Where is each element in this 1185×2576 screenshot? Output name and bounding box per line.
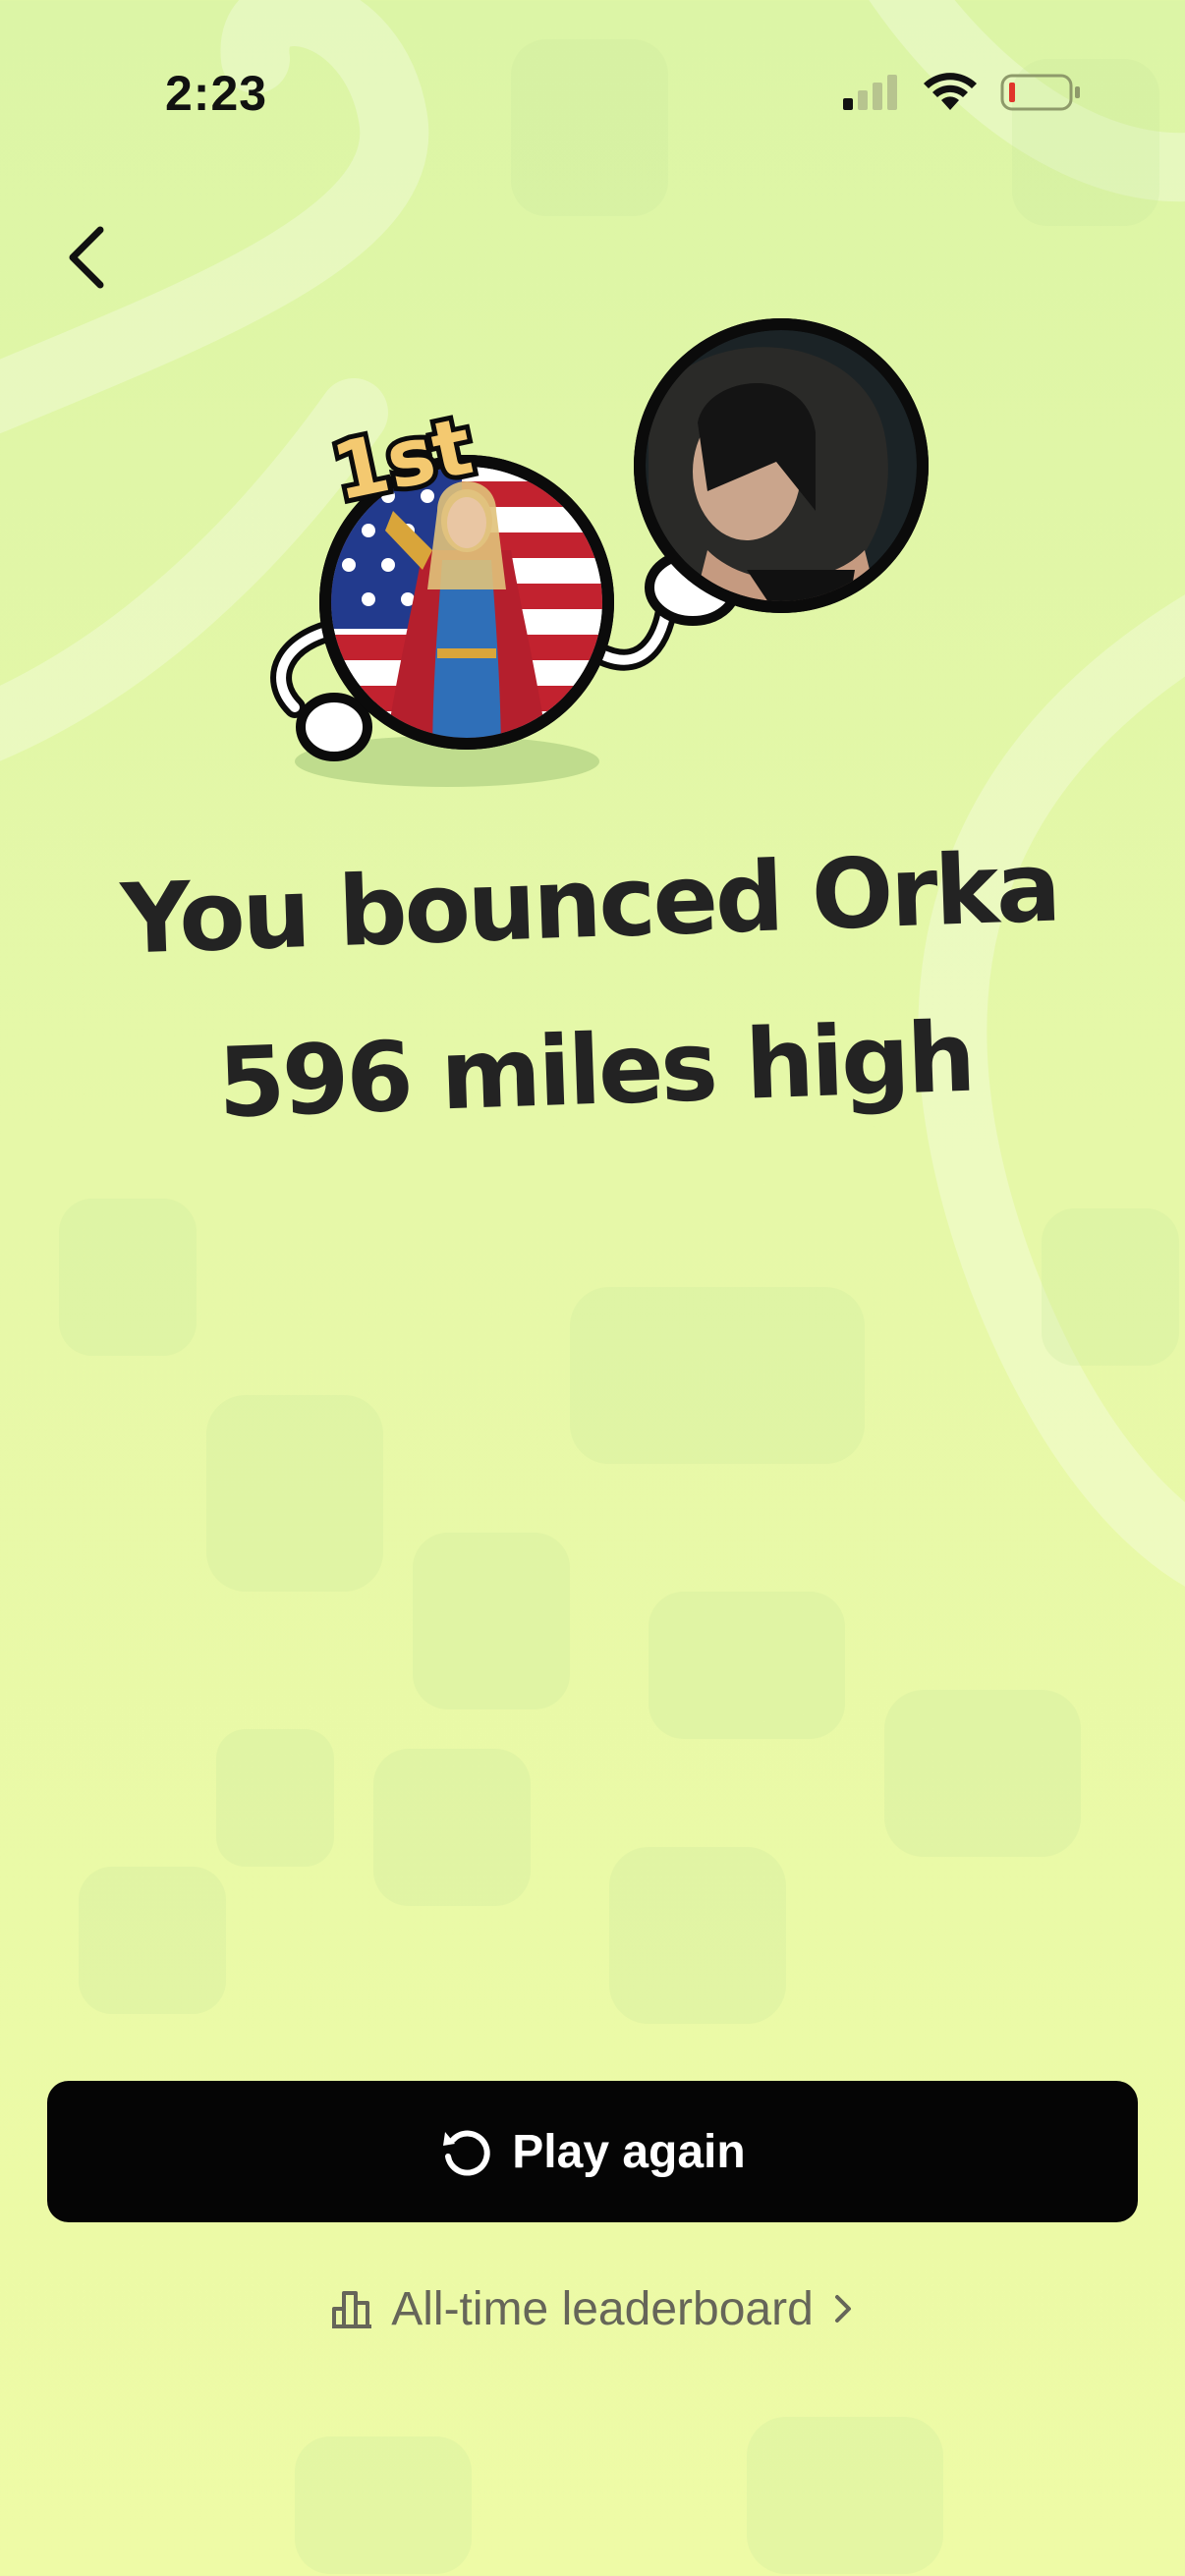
- bar-chart-icon: [332, 2291, 372, 2328]
- battery-low-icon: [1000, 74, 1080, 111]
- result-line-1: You bounced Orka: [119, 831, 1060, 977]
- play-again-label: Play again: [512, 2125, 746, 2178]
- replay-icon: [443, 2130, 490, 2176]
- status-icons: [843, 73, 1081, 112]
- result-headline: You bounced Orka 596 miles high: [0, 824, 1185, 1150]
- leaderboard-link[interactable]: All-time leaderboard: [0, 2269, 1185, 2348]
- status-time: 2:23: [165, 66, 268, 121]
- hero-illustration: 1st: [270, 318, 929, 787]
- play-again-button[interactable]: Play again: [47, 2081, 1138, 2222]
- back-button[interactable]: [47, 218, 126, 297]
- result-line-2: 596 miles high: [216, 1001, 975, 1141]
- wifi-icon: [924, 73, 977, 110]
- chevron-left-icon: [69, 226, 104, 289]
- cellular-signal-icon: [843, 75, 897, 110]
- chevron-right-icon: [834, 2295, 851, 2323]
- status-bar: 2:23: [0, 0, 1185, 196]
- leaderboard-label: All-time leaderboard: [391, 2282, 814, 2335]
